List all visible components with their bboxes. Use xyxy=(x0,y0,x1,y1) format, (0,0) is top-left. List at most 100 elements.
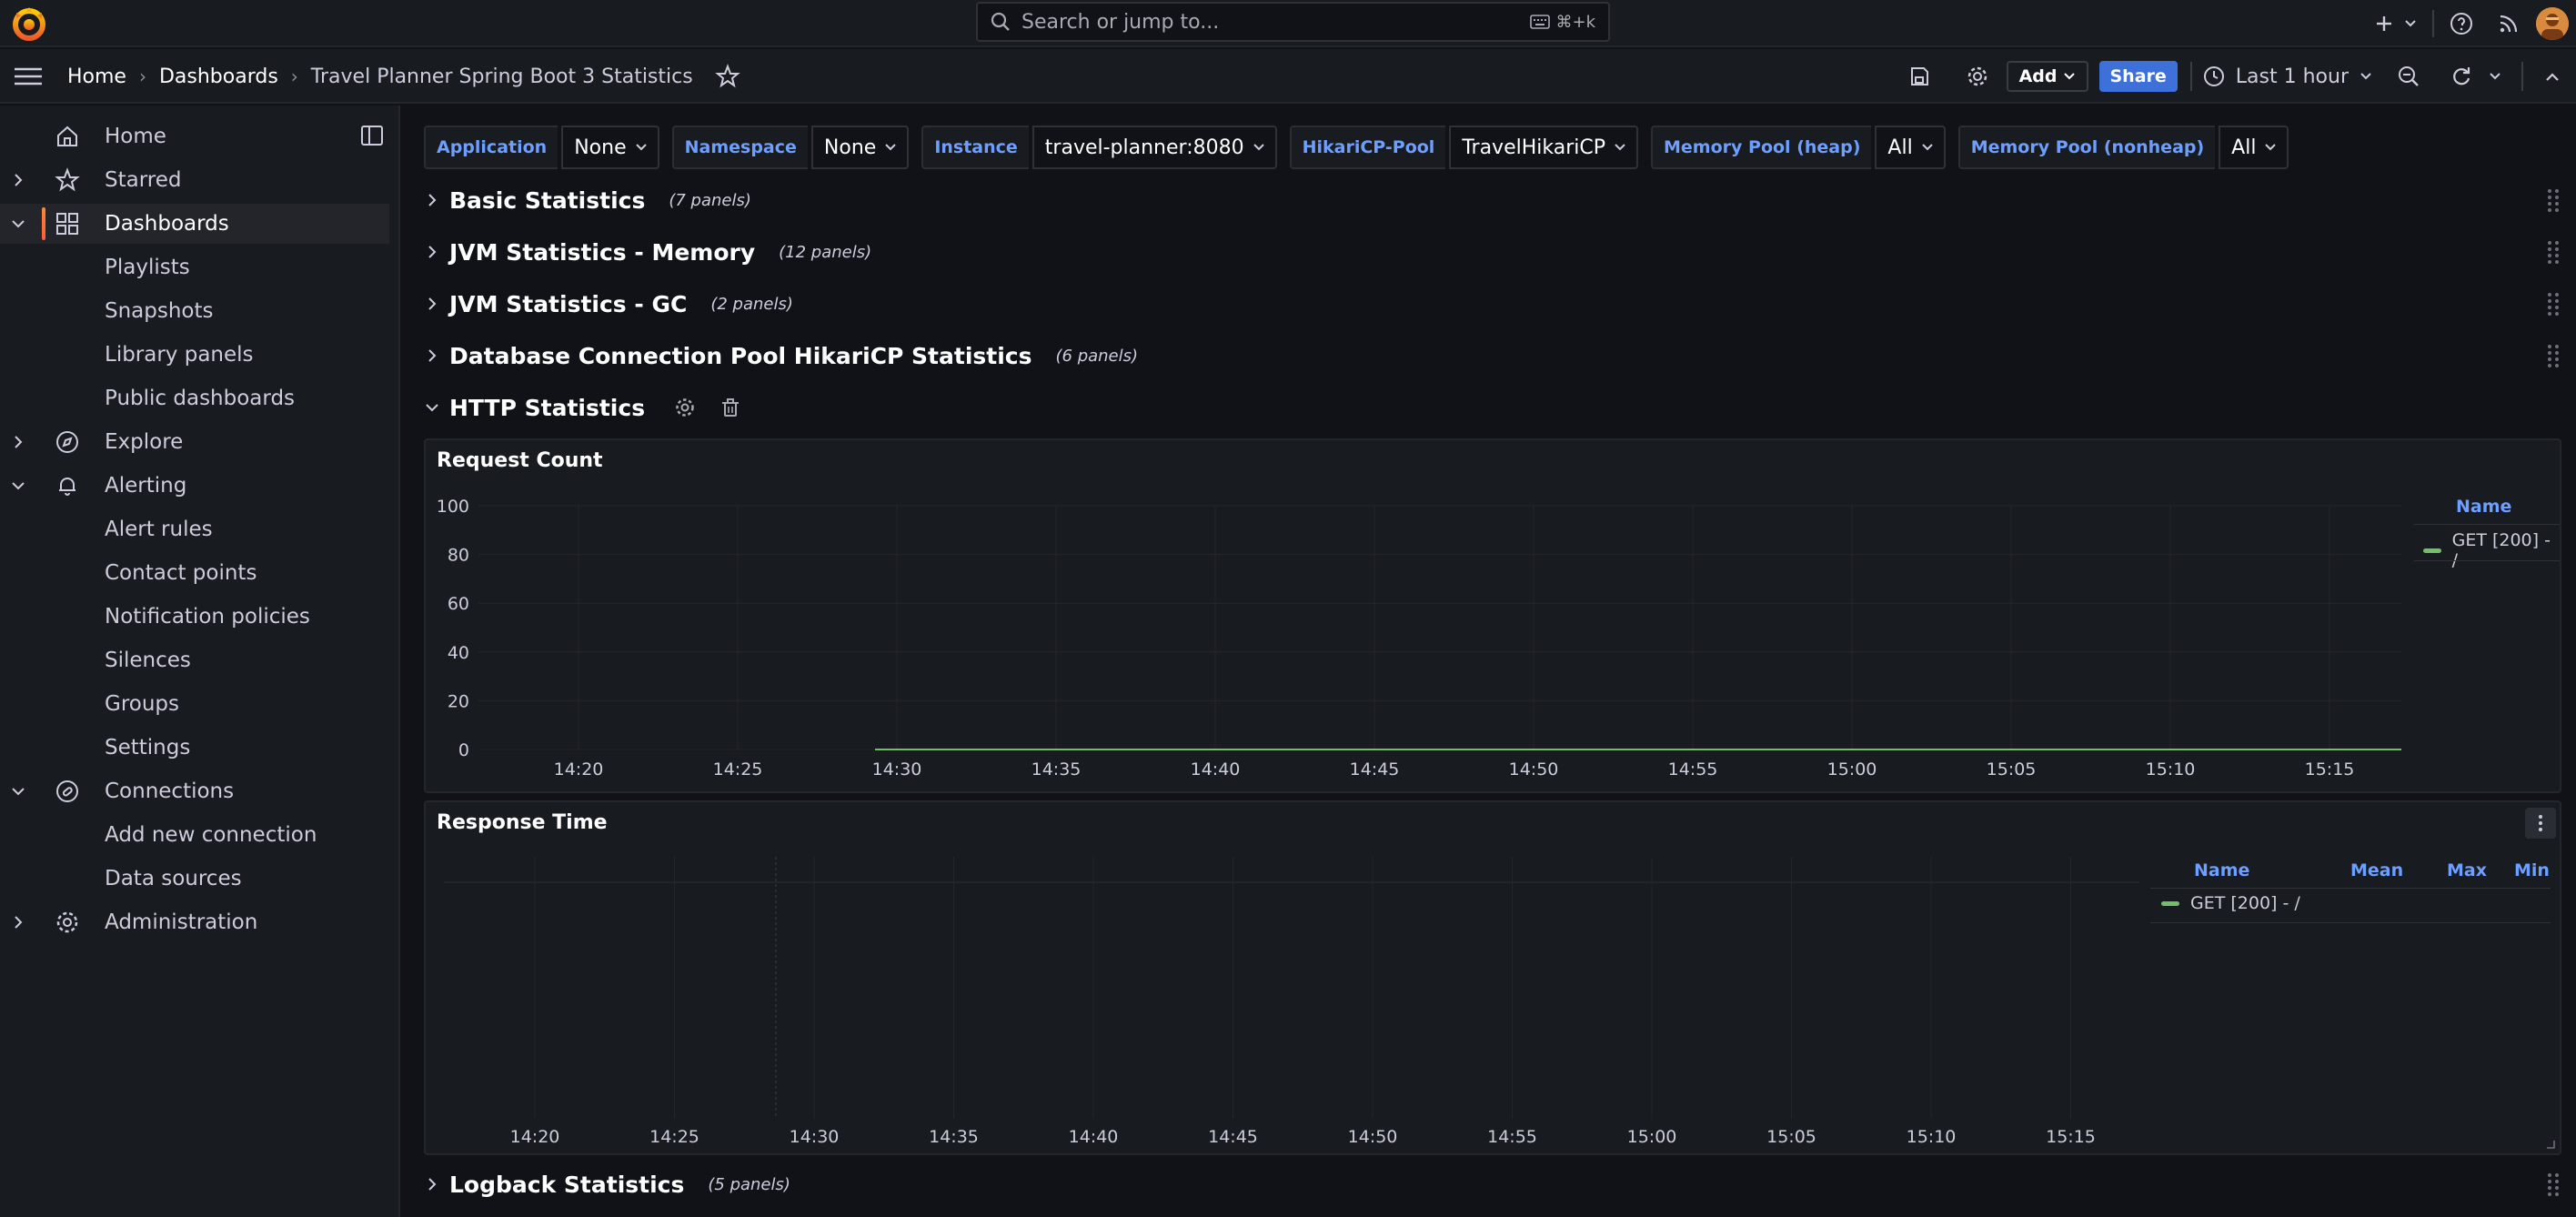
breadcrumb-bar: Home › Dashboards › Travel Planner Sprin… xyxy=(0,49,2576,104)
chevron-down-icon[interactable] xyxy=(11,216,25,231)
chevron-up-icon[interactable] xyxy=(2534,58,2571,95)
help-icon[interactable] xyxy=(2443,5,2480,42)
legend-header-mean[interactable]: Mean xyxy=(2350,860,2403,880)
gear-icon xyxy=(55,910,80,935)
legend-item[interactable]: GET [200] - / xyxy=(2161,893,2300,913)
legend-header-min[interactable]: Min xyxy=(2514,860,2550,880)
sidebar-item-connections[interactable]: Connections xyxy=(0,771,389,811)
star-icon[interactable] xyxy=(714,64,740,89)
chevron-down-icon[interactable] xyxy=(2480,58,2511,95)
zoom-out-icon[interactable] xyxy=(2390,58,2427,95)
variable-label: Memory Pool (heap) xyxy=(1651,126,1872,169)
sidebar-item-explore[interactable]: Explore xyxy=(0,422,389,462)
sidebar-item-groups[interactable]: Groups xyxy=(0,684,389,724)
x-tick-label: 14:55 xyxy=(1487,1127,1537,1147)
row-hikaricp[interactable]: Database Connection Pool HikariCP Statis… xyxy=(424,336,2561,376)
gear-icon[interactable] xyxy=(1959,58,1996,95)
star-icon xyxy=(55,167,80,193)
plus-icon[interactable] xyxy=(2370,5,2398,42)
sidebar-item-silences[interactable]: Silences xyxy=(0,640,389,680)
grafana-logo-icon[interactable] xyxy=(9,4,49,44)
refresh-icon[interactable] xyxy=(2443,58,2480,95)
variable-select[interactable]: None xyxy=(810,126,910,169)
row-panel-count: (7 panels) xyxy=(669,190,751,210)
chevron-right-icon[interactable] xyxy=(11,173,25,187)
sidebar-item-library-panels[interactable]: Library panels xyxy=(0,335,389,375)
breadcrumb-home[interactable]: Home xyxy=(67,65,126,88)
drag-handle-icon[interactable] xyxy=(2545,291,2561,317)
sidebar-item-label: Add new connection xyxy=(105,823,317,847)
time-range-picker[interactable]: Last 1 hour xyxy=(2203,65,2372,88)
sidebar-item-contact-points[interactable]: Contact points xyxy=(0,553,389,593)
drag-handle-icon[interactable] xyxy=(2545,343,2561,368)
variable-memory-pool-heap: Memory Pool (heap) All xyxy=(1651,126,1946,169)
sidebar-item-data-sources[interactable]: Data sources xyxy=(0,859,389,899)
row-jvm-gc[interactable]: JVM Statistics - GC (2 panels) xyxy=(424,284,2561,324)
sidebar-item-alerting[interactable]: Alerting xyxy=(0,466,389,506)
row-basic-statistics[interactable]: Basic Statistics (7 panels) xyxy=(424,180,2561,220)
search-input[interactable]: Search or jump to... ⌘+k xyxy=(976,2,1610,42)
drag-handle-icon[interactable] xyxy=(2545,239,2561,265)
divider xyxy=(2189,62,2192,91)
save-icon[interactable] xyxy=(1901,58,1937,95)
row-title: JVM Statistics - GC xyxy=(449,290,688,317)
sidebar-item-playlists[interactable]: Playlists xyxy=(0,247,389,287)
chevron-right-icon xyxy=(428,1178,437,1191)
gear-icon[interactable] xyxy=(674,397,696,418)
chevron-down-icon[interactable] xyxy=(11,784,25,799)
sidebar-item-label: Snapshots xyxy=(105,299,214,323)
sidebar-item-dashboards[interactable]: Dashboards xyxy=(0,204,389,244)
variable-select[interactable]: travel-planner:8080 xyxy=(1031,126,1277,169)
variable-select[interactable]: TravelHikariCP xyxy=(1449,126,1639,169)
sidebar-item-snapshots[interactable]: Snapshots xyxy=(0,291,389,331)
sidebar-item-label: Library panels xyxy=(105,343,254,367)
x-tick-label: 14:20 xyxy=(510,1127,560,1147)
variable-select[interactable]: None xyxy=(561,126,659,169)
legend-header-max[interactable]: Max xyxy=(2447,860,2487,880)
y-tick-label: 80 xyxy=(448,546,469,566)
variable-instance: Instance travel-planner:8080 xyxy=(921,126,1277,169)
chevron-down-icon[interactable] xyxy=(2398,5,2423,42)
grid-icon xyxy=(55,211,80,236)
sidebar-item-public-dashboards[interactable]: Public dashboards xyxy=(0,378,389,418)
link-icon xyxy=(55,779,80,804)
row-jvm-memory[interactable]: JVM Statistics - Memory (12 panels) xyxy=(424,232,2561,272)
share-button[interactable]: Share xyxy=(2098,61,2178,92)
row-logback-statistics[interactable]: Logback Statistics (5 panels) xyxy=(424,1164,2561,1204)
menu-icon[interactable] xyxy=(13,62,44,91)
sidebar-item-settings[interactable]: Settings xyxy=(0,728,389,768)
trash-icon[interactable] xyxy=(719,397,741,418)
row-title: Logback Statistics xyxy=(449,1171,685,1198)
legend-header-name[interactable]: Name xyxy=(2194,860,2249,880)
sidebar-item-label: Starred xyxy=(105,168,182,192)
row-http-statistics[interactable]: HTTP Statistics xyxy=(424,387,2561,427)
legend-header-name[interactable]: Name xyxy=(2456,497,2511,517)
sidebar-item-administration[interactable]: Administration xyxy=(0,902,389,942)
drag-handle-icon[interactable] xyxy=(2545,187,2561,213)
resize-handle-icon[interactable] xyxy=(2545,1139,2556,1150)
rss-icon[interactable] xyxy=(2490,5,2527,42)
chevron-right-icon[interactable] xyxy=(11,915,25,930)
variable-select[interactable]: All xyxy=(1875,126,1946,169)
sidebar-item-home[interactable]: Home xyxy=(0,116,389,156)
sidebar-item-starred[interactable]: Starred xyxy=(0,160,389,200)
sidebar-item-alert-rules[interactable]: Alert rules xyxy=(0,509,389,549)
sidebar-item-notification-policies[interactable]: Notification policies xyxy=(0,597,389,637)
row-title: Basic Statistics xyxy=(449,186,646,214)
legend-item[interactable]: GET [200] - / xyxy=(2423,530,2560,570)
home-icon xyxy=(55,124,80,149)
panel-request-count: Request Count 100 80 60 40 20 0 14:20 14:25 14:3… xyxy=(424,438,2561,793)
breadcrumb-dashboards[interactable]: Dashboards xyxy=(159,65,278,88)
drag-handle-icon[interactable] xyxy=(2545,1172,2561,1197)
avatar[interactable] xyxy=(2536,7,2569,40)
breadcrumb-separator-icon: › xyxy=(290,65,298,87)
chevron-right-icon xyxy=(428,194,437,206)
variable-select[interactable]: All xyxy=(2219,126,2289,169)
breadcrumb-separator-icon: › xyxy=(138,65,146,87)
sidebar-item-add-new-connection[interactable]: Add new connection xyxy=(0,815,389,855)
chevron-down-icon[interactable] xyxy=(11,478,25,493)
chevron-right-icon[interactable] xyxy=(11,435,25,449)
legend-divider xyxy=(2414,524,2560,525)
add-button[interactable]: Add xyxy=(2006,61,2088,92)
variable-value: All xyxy=(2231,136,2257,159)
